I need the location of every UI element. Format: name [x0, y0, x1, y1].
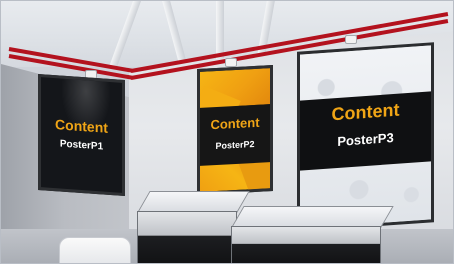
poster-p1: Content PosterP1 — [38, 73, 125, 197]
poster-p3: Content PosterP3 — [297, 42, 434, 232]
spotlight-icon — [225, 58, 237, 67]
ceiling-truss — [162, 1, 188, 67]
poster-caption: PosterP1 — [59, 138, 104, 153]
display-case-glass-top — [231, 206, 394, 228]
spotlight-icon — [345, 35, 357, 44]
display-case-body — [137, 211, 237, 263]
chair — [59, 237, 131, 263]
poster-dark-band — [200, 104, 270, 166]
display-case — [137, 191, 250, 263]
display-case-body — [231, 226, 381, 263]
display-case — [231, 206, 394, 263]
ceiling-truss — [108, 1, 142, 67]
exhibition-scene: Content PosterP1 Content PosterP2 Conten… — [0, 0, 454, 264]
poster-p2: Content PosterP2 — [197, 65, 273, 195]
